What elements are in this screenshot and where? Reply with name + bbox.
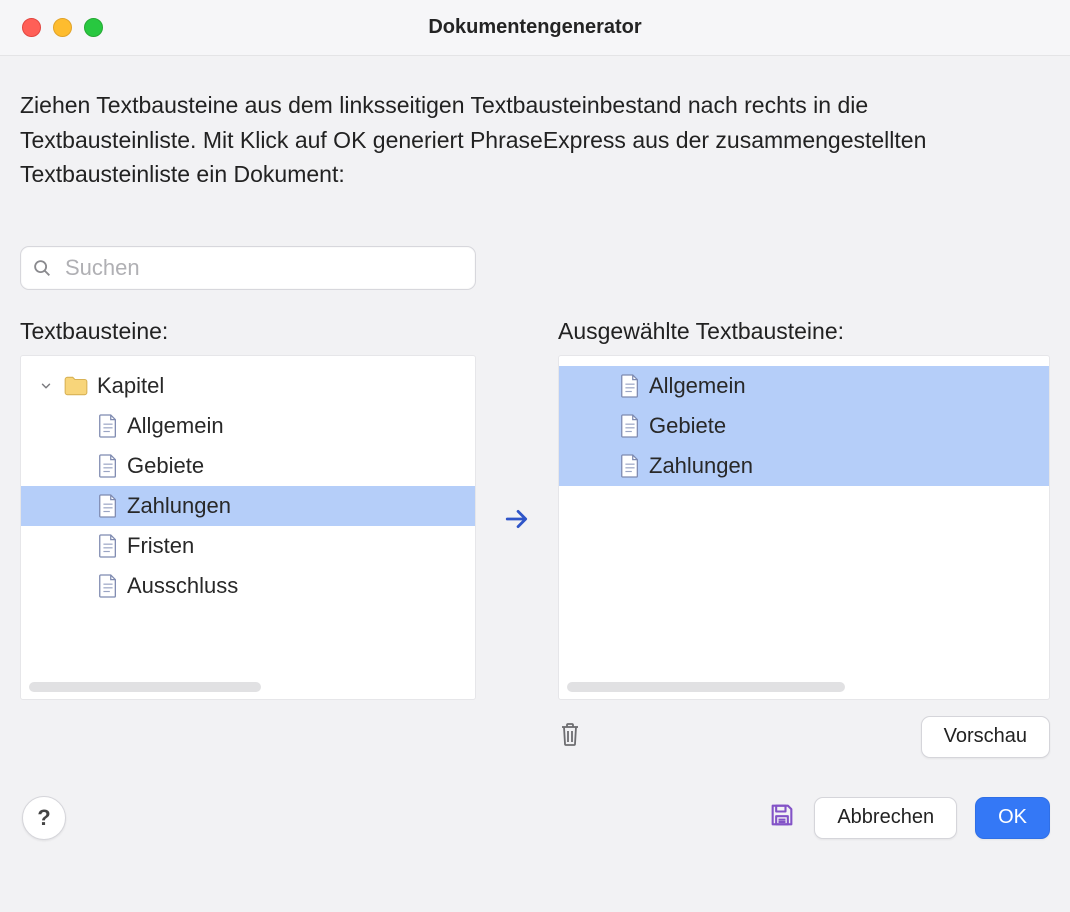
window-title: Dokumentengenerator bbox=[0, 16, 1070, 39]
help-icon: ? bbox=[37, 805, 50, 831]
tree-item[interactable]: Zahlungen bbox=[21, 486, 475, 526]
right-panel-label: Ausgewählte Textbausteine: bbox=[558, 318, 1050, 345]
cancel-button-label: Abbrechen bbox=[837, 806, 934, 829]
save-icon[interactable] bbox=[768, 801, 796, 834]
tree-item[interactable]: Allgemein bbox=[21, 406, 475, 446]
arrow-right-icon bbox=[502, 506, 532, 537]
instruction-text: Ziehen Textbausteine aus dem linksseitig… bbox=[20, 88, 1050, 192]
tree-item-label: Gebiete bbox=[127, 453, 204, 479]
tree-item-label: Allgemein bbox=[127, 413, 224, 439]
selected-item-label: Gebiete bbox=[649, 413, 726, 439]
tree-item-label: Fristen bbox=[127, 533, 194, 559]
tree-item[interactable]: Gebiete bbox=[21, 446, 475, 486]
chevron-down-icon[interactable] bbox=[37, 379, 55, 393]
document-icon bbox=[97, 533, 119, 559]
document-icon bbox=[97, 453, 119, 479]
selected-item[interactable]: Allgemein bbox=[559, 366, 1049, 406]
horizontal-scrollbar[interactable] bbox=[567, 682, 845, 692]
tree-item[interactable]: Ausschluss bbox=[21, 566, 475, 606]
help-button[interactable]: ? bbox=[22, 796, 66, 840]
left-panel-label: Textbausteine: bbox=[20, 318, 476, 345]
selected-item-label: Allgemein bbox=[649, 373, 746, 399]
ok-button-label: OK bbox=[998, 806, 1027, 829]
cancel-button[interactable]: Abbrechen bbox=[814, 797, 957, 839]
document-icon bbox=[619, 453, 641, 479]
horizontal-scrollbar[interactable] bbox=[29, 682, 261, 692]
available-snippets-list[interactable]: Kapitel Allgemein Gebiete bbox=[20, 355, 476, 700]
trash-icon[interactable] bbox=[558, 720, 582, 753]
document-icon bbox=[97, 413, 119, 439]
preview-button[interactable]: Vorschau bbox=[921, 716, 1050, 758]
selected-snippets-list[interactable]: Allgemein Gebiete Zahlungen bbox=[558, 355, 1050, 700]
selected-item-label: Zahlungen bbox=[649, 453, 753, 479]
tree-item-label: Zahlungen bbox=[127, 493, 231, 519]
ok-button[interactable]: OK bbox=[975, 797, 1050, 839]
tree-folder-label: Kapitel bbox=[97, 373, 164, 399]
document-icon bbox=[97, 493, 119, 519]
tree-folder-row[interactable]: Kapitel bbox=[21, 366, 475, 406]
selected-item[interactable]: Gebiete bbox=[559, 406, 1049, 446]
tree-item[interactable]: Fristen bbox=[21, 526, 475, 566]
folder-icon bbox=[63, 375, 89, 397]
preview-button-label: Vorschau bbox=[944, 725, 1027, 748]
document-icon bbox=[97, 573, 119, 599]
search-icon bbox=[31, 257, 53, 279]
selected-item[interactable]: Zahlungen bbox=[559, 446, 1049, 486]
window-titlebar: Dokumentengenerator bbox=[0, 0, 1070, 56]
tree-item-label: Ausschluss bbox=[127, 573, 238, 599]
search-input[interactable] bbox=[63, 254, 465, 282]
document-icon bbox=[619, 373, 641, 399]
search-field[interactable] bbox=[20, 246, 476, 290]
document-icon bbox=[619, 413, 641, 439]
